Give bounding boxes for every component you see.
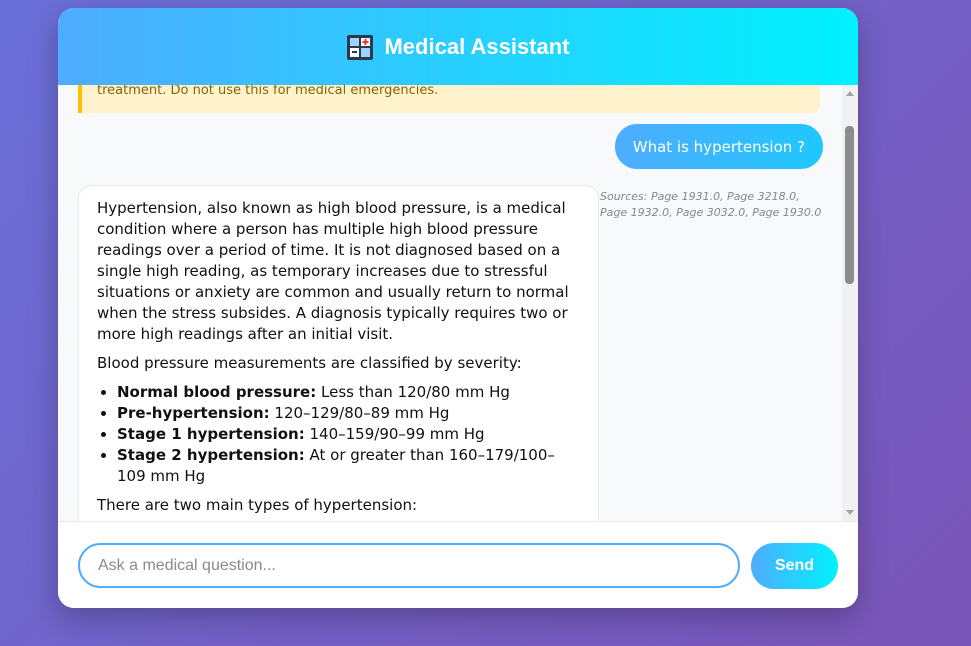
hospital-icon	[347, 34, 374, 60]
list-item-value: 140–159/90–99 mm Hg	[304, 425, 485, 443]
assistant-message: Hypertension, also known as high blood p…	[78, 185, 599, 521]
question-input[interactable]	[78, 543, 740, 588]
list-item-value: Less than 120/80 mm Hg	[316, 383, 510, 401]
list-item-label: Stage 1 hypertension:	[117, 425, 305, 443]
list-item-label: Pre-hypertension:	[117, 404, 270, 422]
app-title: Medical Assistant	[384, 33, 570, 59]
message-list[interactable]: treatment. Do not use this for medical e…	[58, 85, 858, 521]
list-item: Stage 1 hypertension: 140–159/90–99 mm H…	[117, 424, 580, 445]
answer-paragraph: Hypertension, also known as high blood p…	[97, 199, 569, 343]
message-scrollbar[interactable]	[842, 85, 858, 521]
classification-list: Normal blood pressure: Less than 120/80 …	[97, 382, 580, 487]
disclaimer-text: treatment. Do not use this for medical e…	[97, 85, 439, 98]
list-item-label: Normal blood pressure:	[117, 383, 317, 401]
sources-citation: Sources: Page 1931.0, Page 3218.0, Page …	[600, 190, 822, 219]
list-item: Pre-hypertension: 120–129/80–89 mm Hg	[117, 403, 580, 424]
list-item-label: Stage 2 hypertension:	[117, 446, 305, 464]
scrollbar-thumb[interactable]	[845, 126, 854, 284]
chat-window: Medical Assistant treatment. Do not use …	[58, 8, 858, 608]
scroll-up-arrow-icon[interactable]	[846, 91, 854, 96]
answer-paragraph: Blood pressure measurements are classifi…	[97, 354, 522, 372]
header: Medical Assistant	[58, 8, 858, 85]
scroll-down-arrow-icon[interactable]	[846, 510, 854, 515]
list-item-value: 120–129/80–89 mm Hg	[269, 404, 450, 422]
send-button[interactable]: Send	[751, 543, 838, 589]
user-message: What is hypertension ?	[614, 124, 823, 169]
input-bar: Send	[58, 521, 858, 608]
answer-paragraph: There are two main types of hypertension…	[97, 496, 418, 514]
list-item: Stage 2 hypertension: At or greater than…	[117, 445, 580, 487]
disclaimer-banner: treatment. Do not use this for medical e…	[78, 85, 820, 113]
list-item: Normal blood pressure: Less than 120/80 …	[117, 382, 580, 403]
